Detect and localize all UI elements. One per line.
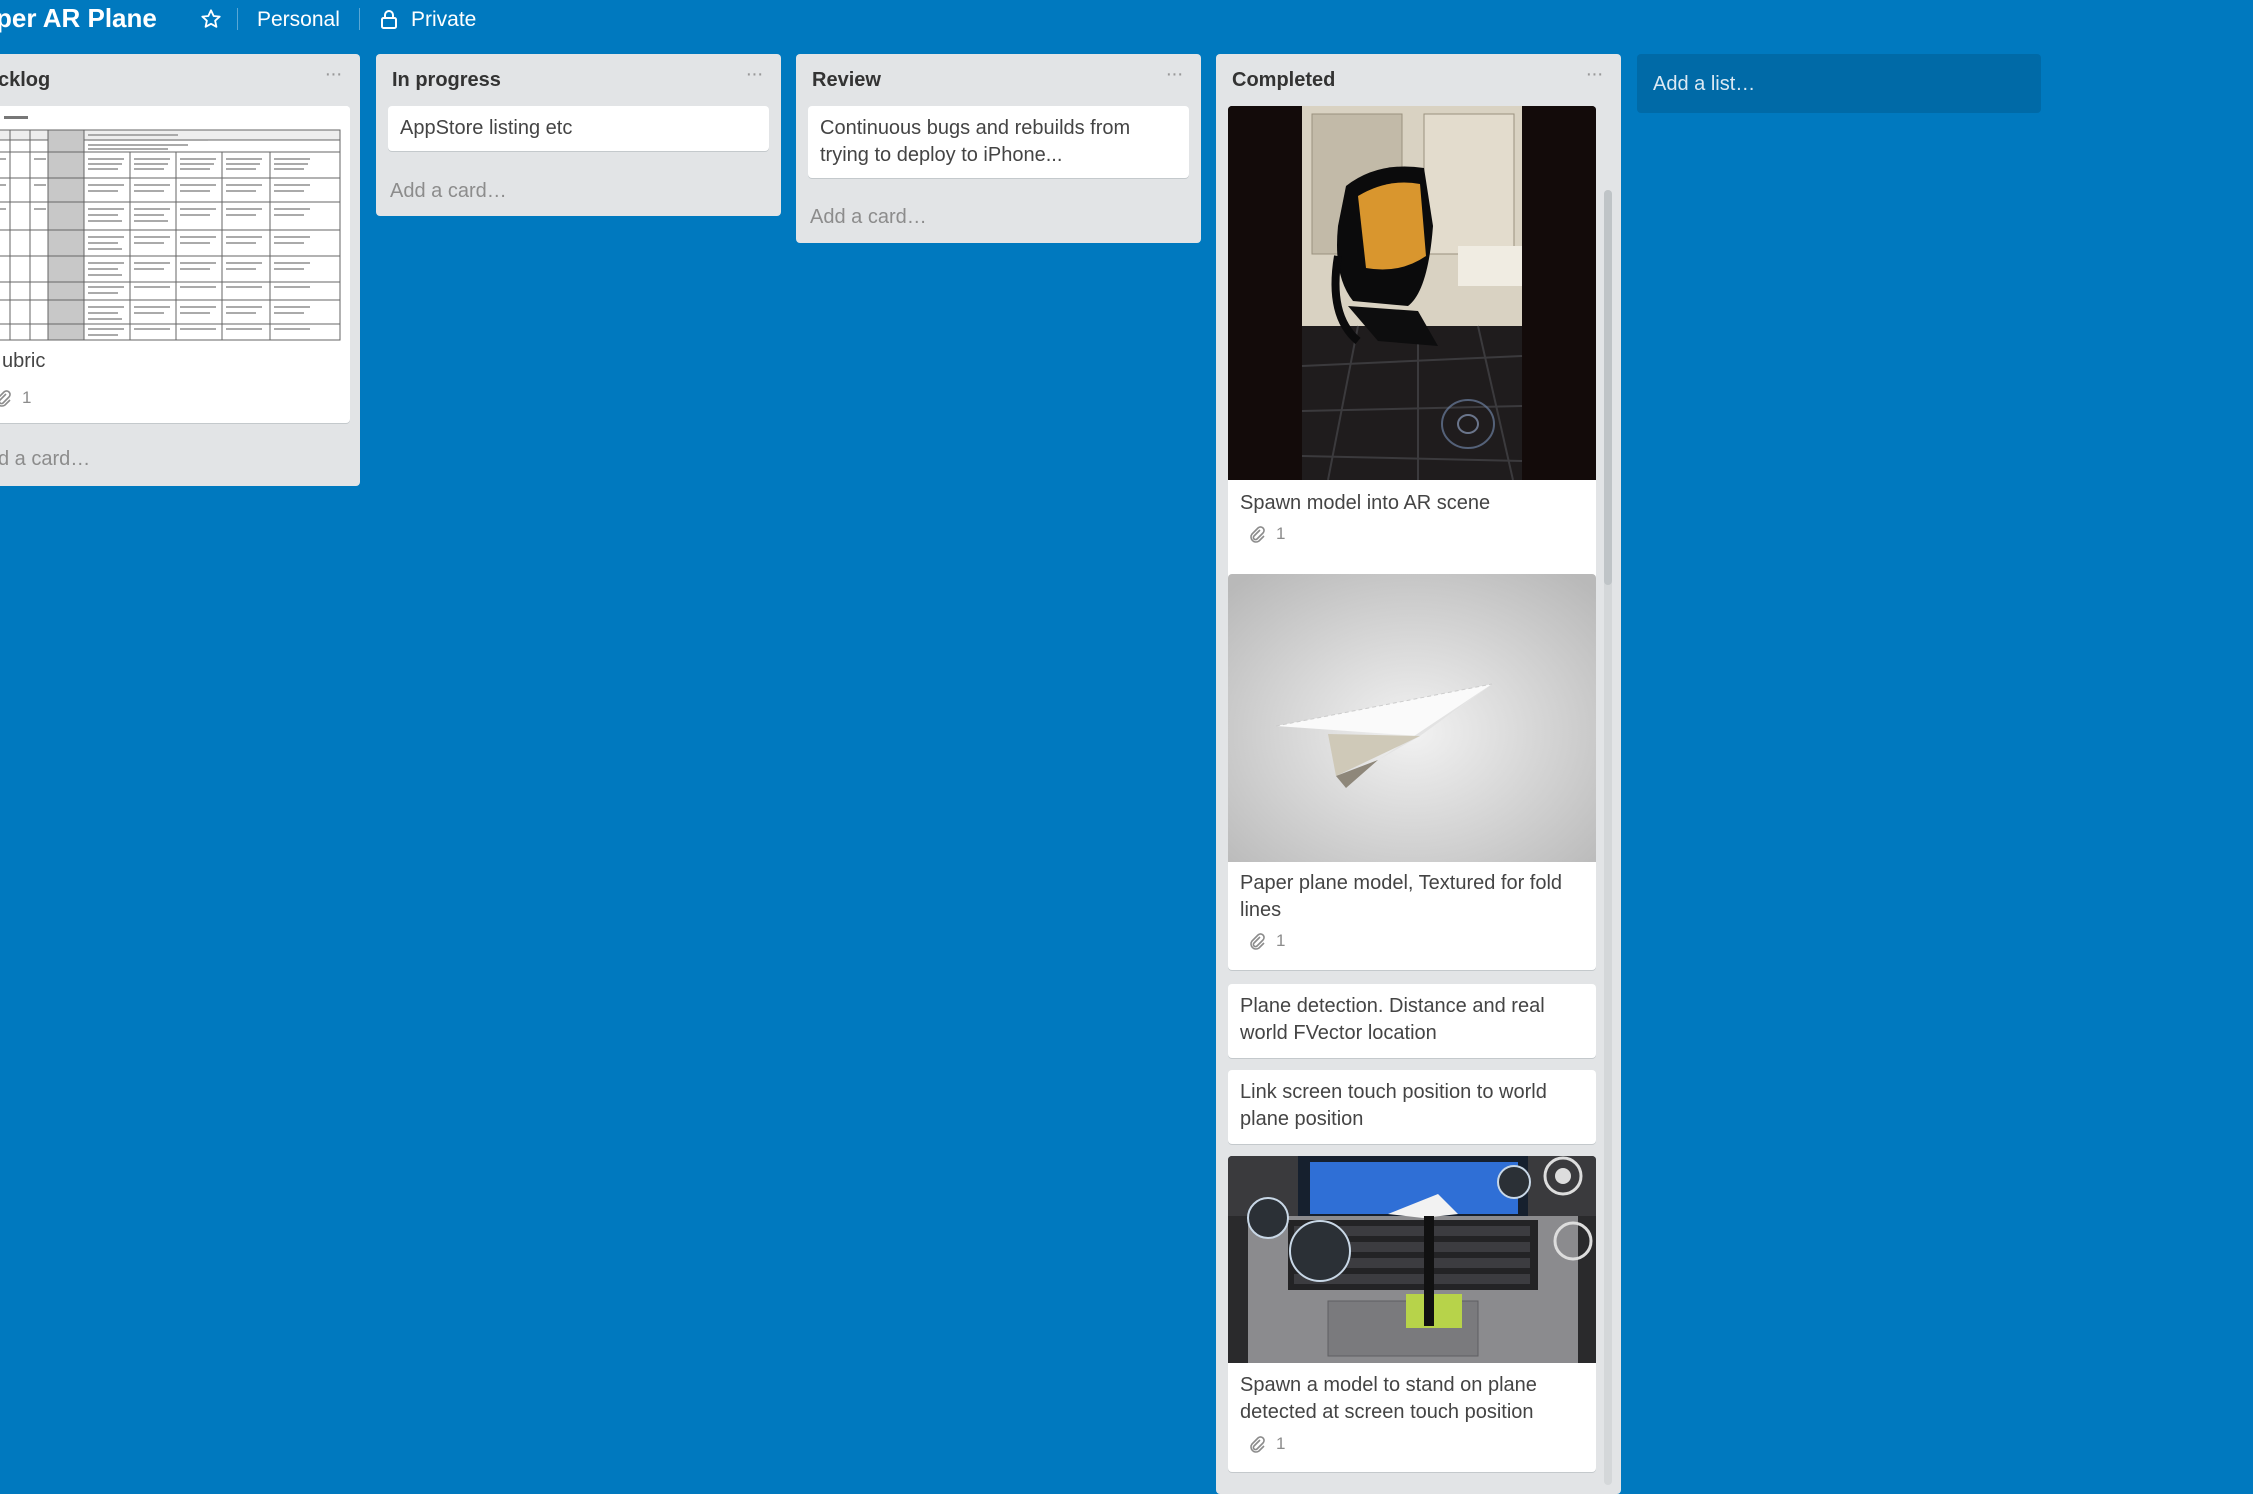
attachment-badge: 1 [0,388,31,408]
card-cover-image [1228,574,1596,862]
header-divider [359,8,360,30]
card[interactable]: Continuous bugs and rebuilds from trying… [808,106,1189,178]
header-divider [237,8,238,30]
list-header: Review ··· [796,54,1201,106]
attachment-badge: 1 [1248,524,1285,544]
add-list-label: Add a list… [1653,73,1756,95]
card-title: Continuous bugs and rebuilds from trying… [820,117,1131,166]
attachment-count: 1 [1276,524,1286,543]
visibility-button[interactable]: Private [411,8,476,32]
card[interactable]: Spawn model into AR scene 1 [1228,106,1596,616]
list-title[interactable]: cklog [0,69,50,92]
paperclip-icon [1250,1436,1265,1453]
list-menu-icon[interactable]: ··· [1161,64,1187,84]
paper-plane-render [1228,574,1596,862]
card[interactable]: Paper plane model, Textured for fold lin… [1228,574,1596,970]
list-title[interactable]: Review [812,69,881,92]
attachment-badge: 1 [1248,1434,1285,1454]
card-cover-image [1228,1156,1596,1363]
lock-icon [381,10,397,29]
add-card-button[interactable]: Add a card… [810,206,927,229]
card[interactable]: Spawn a model to stand on plane detected… [1228,1156,1596,1472]
card[interactable]: Plane detection. Distance and real world… [1228,984,1596,1058]
add-list-button[interactable]: Add a list… [1637,54,2041,113]
attachment-badge: 1 [1248,931,1285,951]
list-title[interactable]: Completed [1232,69,1335,92]
paperclip-icon [0,390,11,407]
card[interactable]: AppStore listing etc [388,106,769,151]
card-cover-image [0,106,350,342]
paperclip-icon [1250,933,1265,950]
list-backlog: cklog ··· ubric 1 d a card… [0,54,360,486]
card-title: Plane detection. Distance and real world… [1240,995,1545,1044]
list-menu-icon[interactable]: ··· [1581,64,1607,84]
board-title[interactable]: per AR Plane [0,3,157,34]
card-title: Paper plane model, Textured for fold lin… [1240,872,1563,921]
list-header: In progress ··· [376,54,781,106]
list-header: Completed ··· [1216,54,1621,106]
star-icon[interactable] [200,8,222,30]
add-card-button[interactable]: d a card… [0,448,90,471]
rubric-document-image [0,106,350,342]
list-in-progress: In progress ··· AppStore listing etc Add… [376,54,781,216]
list-menu-icon[interactable]: ··· [741,64,767,84]
card-title: Spawn a model to stand on plane detected… [1240,1374,1537,1423]
list-scrollbar-thumb[interactable] [1604,190,1612,585]
ar-chair-photo [1228,106,1596,480]
list-review: Review ··· Continuous bugs and rebuilds … [796,54,1201,243]
card-title: Spawn model into AR scene [1240,492,1491,514]
attachment-count: 1 [22,388,32,407]
laptop-ar-photo [1228,1156,1596,1363]
list-completed: Completed ··· Spawn model into AR scene … [1216,54,1621,1494]
list-title[interactable]: In progress [392,69,501,92]
card-title: ubric [2,350,46,372]
attachment-count: 1 [1276,1434,1286,1453]
card-title: Link screen touch position to world plan… [1240,1081,1547,1130]
card[interactable]: ubric 1 [0,106,350,423]
paperclip-icon [1250,526,1265,543]
attachment-count: 1 [1276,931,1286,950]
board-header: per AR Plane Personal Private [0,0,2253,40]
list-menu-icon[interactable]: ··· [320,64,346,84]
team-button[interactable]: Personal [257,8,340,32]
add-card-button[interactable]: Add a card… [390,180,507,203]
list-header: cklog ··· [0,54,360,106]
card-cover-image [1228,106,1596,480]
card[interactable]: Link screen touch position to world plan… [1228,1070,1596,1144]
card-title: AppStore listing etc [400,117,573,139]
